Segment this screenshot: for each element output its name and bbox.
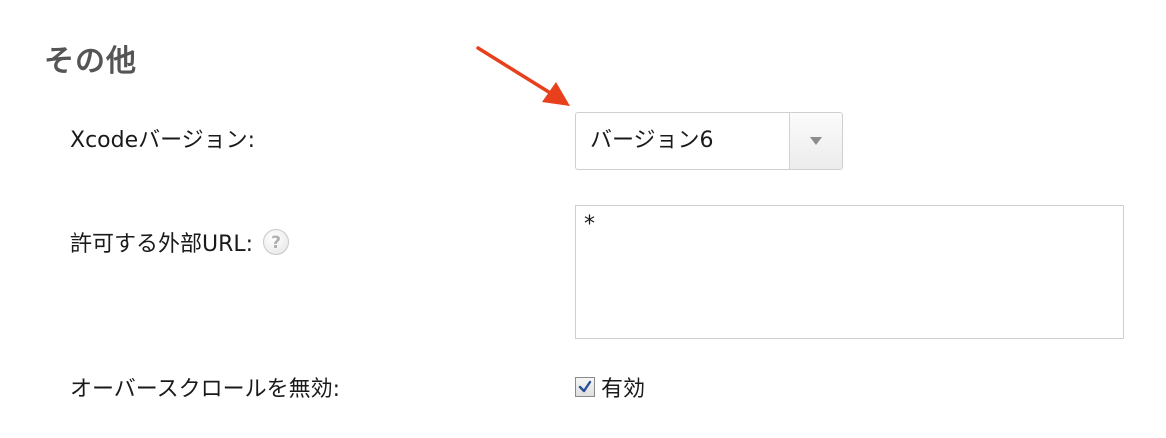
chevron-down-icon — [810, 137, 822, 145]
overscroll-checkbox[interactable] — [575, 377, 595, 397]
xcode-version-label: Xcodeバージョン: — [70, 122, 255, 154]
allowed-urls-textarea[interactable]: * — [575, 205, 1124, 339]
xcode-version-dropdown-button[interactable] — [789, 113, 842, 169]
overscroll-checkbox-label: 有効 — [601, 377, 646, 402]
section-title: その他 — [44, 44, 137, 79]
allowed-urls-label-text: 許可する外部URL: — [70, 232, 254, 257]
xcode-version-select[interactable]: バージョン6 — [575, 112, 843, 170]
allowed-urls-label: 許可する外部URL: ? — [70, 226, 290, 258]
xcode-version-label-text: Xcodeバージョン: — [70, 128, 256, 153]
overscroll-label: オーバースクロールを無効: — [70, 371, 340, 403]
xcode-version-select-value: バージョン6 — [590, 128, 714, 153]
overscroll-checkbox-row[interactable]: 有効 — [575, 371, 645, 403]
annotation-arrow-icon — [476, 46, 570, 106]
checkmark-icon — [578, 380, 592, 393]
question-mark-icon[interactable]: ? — [263, 229, 290, 255]
overscroll-label-text: オーバースクロールを無効: — [70, 377, 341, 402]
